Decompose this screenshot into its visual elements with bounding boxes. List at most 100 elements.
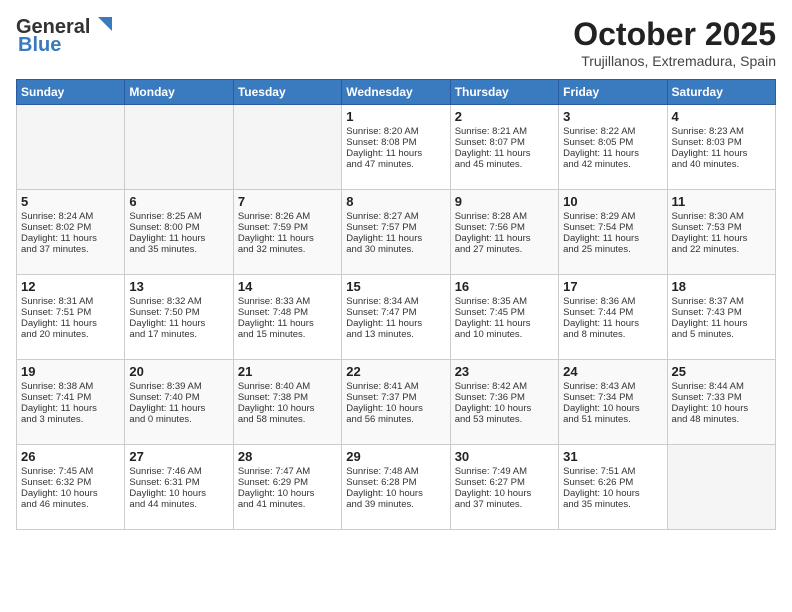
day-info: Daylight: 10 hours xyxy=(455,403,554,414)
day-info: Sunset: 7:36 PM xyxy=(455,392,554,403)
calendar-week-4: 19Sunrise: 8:38 AMSunset: 7:41 PMDayligh… xyxy=(17,360,776,445)
calendar-cell xyxy=(233,105,341,190)
page-header: General Blue October 2025 Trujillanos, E… xyxy=(16,16,776,69)
day-number: 20 xyxy=(129,364,228,379)
day-info: Sunrise: 8:25 AM xyxy=(129,211,228,222)
day-number: 17 xyxy=(563,279,662,294)
day-info: Sunrise: 8:42 AM xyxy=(455,381,554,392)
day-info: Sunset: 7:59 PM xyxy=(238,222,337,233)
day-info: Sunset: 6:29 PM xyxy=(238,477,337,488)
day-info: Sunrise: 8:28 AM xyxy=(455,211,554,222)
day-info: and 30 minutes. xyxy=(346,244,445,255)
day-info: Daylight: 10 hours xyxy=(563,488,662,499)
day-info: Sunset: 7:41 PM xyxy=(21,392,120,403)
day-info: and 56 minutes. xyxy=(346,414,445,425)
calendar-cell: 7Sunrise: 8:26 AMSunset: 7:59 PMDaylight… xyxy=(233,190,341,275)
day-info: Daylight: 11 hours xyxy=(346,148,445,159)
day-info: Sunset: 7:57 PM xyxy=(346,222,445,233)
day-info: Daylight: 10 hours xyxy=(455,488,554,499)
day-info: Sunrise: 8:34 AM xyxy=(346,296,445,307)
calendar-cell: 3Sunrise: 8:22 AMSunset: 8:05 PMDaylight… xyxy=(559,105,667,190)
day-info: and 39 minutes. xyxy=(346,499,445,510)
day-info: and 27 minutes. xyxy=(455,244,554,255)
calendar-cell: 25Sunrise: 8:44 AMSunset: 7:33 PMDayligh… xyxy=(667,360,775,445)
day-number: 4 xyxy=(672,109,771,124)
day-info: Daylight: 11 hours xyxy=(129,233,228,244)
calendar-cell: 10Sunrise: 8:29 AMSunset: 7:54 PMDayligh… xyxy=(559,190,667,275)
day-info: and 46 minutes. xyxy=(21,499,120,510)
calendar-cell xyxy=(17,105,125,190)
day-info: Sunset: 8:03 PM xyxy=(672,137,771,148)
calendar-cell: 8Sunrise: 8:27 AMSunset: 7:57 PMDaylight… xyxy=(342,190,450,275)
day-info: Sunset: 6:28 PM xyxy=(346,477,445,488)
day-info: and 32 minutes. xyxy=(238,244,337,255)
day-info: Sunset: 7:47 PM xyxy=(346,307,445,318)
calendar-week-2: 5Sunrise: 8:24 AMSunset: 8:02 PMDaylight… xyxy=(17,190,776,275)
day-info: Sunrise: 8:35 AM xyxy=(455,296,554,307)
day-info: Sunrise: 8:21 AM xyxy=(455,126,554,137)
weekday-header-row: SundayMondayTuesdayWednesdayThursdayFrid… xyxy=(17,80,776,105)
day-number: 16 xyxy=(455,279,554,294)
day-info: Sunrise: 8:23 AM xyxy=(672,126,771,137)
day-info: Sunset: 6:31 PM xyxy=(129,477,228,488)
day-number: 21 xyxy=(238,364,337,379)
weekday-header-friday: Friday xyxy=(559,80,667,105)
day-info: Daylight: 11 hours xyxy=(129,403,228,414)
day-info: Daylight: 10 hours xyxy=(238,403,337,414)
calendar-cell: 29Sunrise: 7:48 AMSunset: 6:28 PMDayligh… xyxy=(342,445,450,530)
day-info: Sunrise: 8:30 AM xyxy=(672,211,771,222)
day-info: Sunset: 6:32 PM xyxy=(21,477,120,488)
day-info: Daylight: 10 hours xyxy=(672,403,771,414)
day-info: Sunrise: 8:43 AM xyxy=(563,381,662,392)
day-info: and 47 minutes. xyxy=(346,159,445,170)
logo-triangle-icon xyxy=(92,13,114,35)
day-info: and 25 minutes. xyxy=(563,244,662,255)
day-info: Daylight: 10 hours xyxy=(346,488,445,499)
day-info: and 13 minutes. xyxy=(346,329,445,340)
day-info: and 22 minutes. xyxy=(672,244,771,255)
weekday-header-tuesday: Tuesday xyxy=(233,80,341,105)
day-info: Sunset: 7:48 PM xyxy=(238,307,337,318)
day-info: Daylight: 11 hours xyxy=(455,233,554,244)
day-number: 6 xyxy=(129,194,228,209)
day-info: and 10 minutes. xyxy=(455,329,554,340)
day-info: Sunrise: 8:37 AM xyxy=(672,296,771,307)
day-info: Sunset: 7:56 PM xyxy=(455,222,554,233)
day-info: Sunrise: 7:47 AM xyxy=(238,466,337,477)
day-info: Daylight: 10 hours xyxy=(129,488,228,499)
calendar-cell: 12Sunrise: 8:31 AMSunset: 7:51 PMDayligh… xyxy=(17,275,125,360)
calendar-cell: 14Sunrise: 8:33 AMSunset: 7:48 PMDayligh… xyxy=(233,275,341,360)
day-info: Sunset: 7:51 PM xyxy=(21,307,120,318)
day-info: Daylight: 11 hours xyxy=(238,318,337,329)
day-info: Daylight: 10 hours xyxy=(238,488,337,499)
calendar-cell: 19Sunrise: 8:38 AMSunset: 7:41 PMDayligh… xyxy=(17,360,125,445)
calendar-cell: 11Sunrise: 8:30 AMSunset: 7:53 PMDayligh… xyxy=(667,190,775,275)
calendar-cell: 26Sunrise: 7:45 AMSunset: 6:32 PMDayligh… xyxy=(17,445,125,530)
day-info: and 0 minutes. xyxy=(129,414,228,425)
day-info: Daylight: 11 hours xyxy=(21,318,120,329)
day-info: and 40 minutes. xyxy=(672,159,771,170)
day-info: and 58 minutes. xyxy=(238,414,337,425)
day-number: 9 xyxy=(455,194,554,209)
day-info: Daylight: 10 hours xyxy=(21,488,120,499)
weekday-header-thursday: Thursday xyxy=(450,80,558,105)
month-title: October 2025 xyxy=(573,16,776,53)
day-info: and 48 minutes. xyxy=(672,414,771,425)
day-info: Sunrise: 8:44 AM xyxy=(672,381,771,392)
day-number: 31 xyxy=(563,449,662,464)
day-info: Sunrise: 8:33 AM xyxy=(238,296,337,307)
day-info: Sunrise: 7:48 AM xyxy=(346,466,445,477)
day-info: Daylight: 11 hours xyxy=(238,233,337,244)
calendar-cell: 28Sunrise: 7:47 AMSunset: 6:29 PMDayligh… xyxy=(233,445,341,530)
calendar-cell: 18Sunrise: 8:37 AMSunset: 7:43 PMDayligh… xyxy=(667,275,775,360)
day-info: and 20 minutes. xyxy=(21,329,120,340)
day-info: Sunrise: 8:29 AM xyxy=(563,211,662,222)
day-info: Sunset: 8:05 PM xyxy=(563,137,662,148)
day-info: Daylight: 11 hours xyxy=(563,318,662,329)
day-info: Daylight: 11 hours xyxy=(672,318,771,329)
day-info: Daylight: 11 hours xyxy=(455,148,554,159)
day-number: 26 xyxy=(21,449,120,464)
day-number: 11 xyxy=(672,194,771,209)
day-number: 8 xyxy=(346,194,445,209)
weekday-header-sunday: Sunday xyxy=(17,80,125,105)
